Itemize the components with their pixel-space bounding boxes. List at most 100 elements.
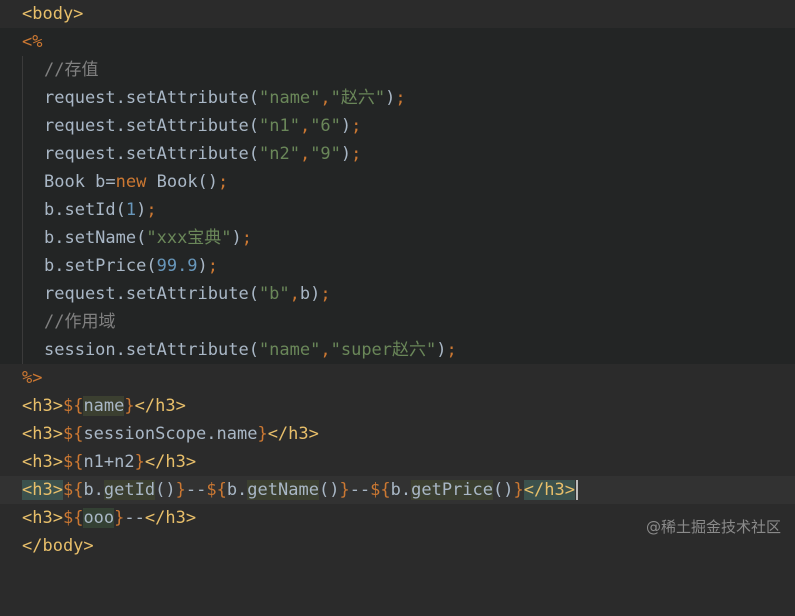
el-open: ${	[62, 508, 84, 528]
watermark: @稀土掘金技术社区	[645, 518, 781, 536]
h3-open-tag: <h3>	[22, 424, 63, 444]
code-token: )	[197, 256, 208, 276]
code-line-17[interactable]: <h3>${n1+n2}</h3>	[0, 448, 795, 476]
code-line-8[interactable]: b.setId(1);	[0, 196, 795, 224]
code-editor[interactable]: <body> <% //存值 request.setAttribute("nam…	[0, 0, 795, 559]
el-open: ${	[206, 480, 227, 500]
code-line-12[interactable]: //作用域	[0, 308, 795, 336]
code-token: request	[44, 144, 116, 164]
code-token: b.setId(	[44, 200, 126, 220]
el-open: ${	[62, 480, 84, 500]
code-token: )	[436, 340, 447, 360]
code-line-5[interactable]: request.setAttribute("n1","6");	[0, 112, 795, 140]
comma: ,	[299, 116, 311, 136]
scriptlet-open: <%	[22, 32, 43, 52]
code-line-7[interactable]: Book b=new Book();	[0, 168, 795, 196]
el-open: ${	[62, 452, 84, 472]
string-literal: "name"	[258, 88, 321, 108]
el-method: getId	[103, 480, 156, 500]
h3-close-tag: </h3>	[144, 452, 197, 472]
el-close: }	[134, 452, 145, 472]
code-token: )	[340, 144, 352, 164]
comma: ,	[289, 284, 300, 304]
code-line-4[interactable]: request.setAttribute("name","赵六");	[0, 84, 795, 112]
h3-close-tag: </h3>	[523, 480, 575, 500]
el-close: }	[124, 396, 135, 416]
el-close: }	[257, 424, 268, 444]
code-line-10[interactable]: b.setPrice(99.9);	[0, 252, 795, 280]
code-token: b.setName(	[44, 228, 147, 248]
code-line-3[interactable]: //存值	[0, 56, 795, 84]
separator-text: --	[124, 508, 145, 528]
el-close: }	[175, 480, 186, 500]
code-token: request.setAttribute(	[44, 284, 259, 304]
string-literal: "b"	[258, 284, 290, 304]
body-open-tag: <body>	[22, 4, 84, 24]
keyword: new	[115, 172, 147, 192]
semicolon: ;	[207, 256, 219, 276]
el-object: b.	[226, 480, 248, 500]
el-parens: ()	[155, 480, 176, 500]
comment: //作用域	[44, 312, 116, 332]
semicolon: ;	[446, 340, 457, 360]
code-token: (	[248, 144, 259, 164]
separator-text: --	[185, 480, 207, 500]
code-token: session.setAttribute(	[44, 340, 259, 360]
code-line-1[interactable]: <body>	[0, 0, 795, 28]
el-close: }	[114, 508, 125, 528]
code-token: setAttribute	[125, 116, 249, 136]
string-literal: "9"	[310, 144, 341, 164]
el-open: ${	[62, 424, 84, 444]
code-token: .	[115, 116, 126, 136]
code-token: .	[115, 144, 126, 164]
h3-open-tag: <h3>	[22, 480, 63, 500]
code-token: b)	[299, 284, 321, 304]
code-line-16[interactable]: <h3>${sessionScope.name}</h3>	[0, 420, 795, 448]
code-token: )	[231, 228, 242, 248]
h3-open-tag: <h3>	[22, 396, 63, 416]
el-expression: name	[83, 396, 125, 416]
separator-text: --	[349, 480, 371, 500]
el-method: getPrice	[411, 480, 494, 500]
el-close: }	[339, 480, 350, 500]
code-token: request	[44, 88, 116, 108]
el-method: getName	[247, 480, 319, 500]
code-line-2[interactable]: <%	[0, 28, 795, 56]
code-token: )	[136, 200, 147, 220]
string-literal: "6"	[310, 116, 341, 136]
code-token: )	[385, 88, 396, 108]
code-line-14[interactable]: %>	[0, 364, 795, 392]
code-line-18-current[interactable]: <h3>${b.getId()}--${b.getName()}--${b.ge…	[0, 476, 795, 504]
scriptlet-close: %>	[22, 368, 43, 388]
string-literal: "n2"	[258, 144, 300, 164]
code-line-11[interactable]: request.setAttribute("b",b);	[0, 280, 795, 308]
el-close: }	[513, 480, 524, 500]
body-close-tag: </body>	[22, 536, 94, 556]
code-line-15[interactable]: <h3>${name}</h3>	[0, 392, 795, 420]
string-literal: "赵六"	[330, 88, 386, 108]
semicolon: ;	[146, 200, 157, 220]
string-literal: "name"	[258, 340, 321, 360]
el-open: ${	[62, 396, 84, 416]
h3-close-tag: </h3>	[144, 508, 197, 528]
semicolon: ;	[351, 144, 362, 164]
semicolon: ;	[320, 284, 331, 304]
h3-open-tag: <h3>	[22, 452, 63, 472]
code-token: setAttribute	[125, 88, 249, 108]
string-literal: "xxx宝典"	[146, 228, 232, 248]
h3-open-tag: <h3>	[22, 508, 63, 528]
code-token: request	[44, 116, 116, 136]
code-token: Book b=	[44, 172, 116, 192]
string-literal: "n1"	[258, 116, 300, 136]
code-token: b.setPrice(	[44, 256, 157, 276]
code-line-9[interactable]: b.setName("xxx宝典");	[0, 224, 795, 252]
el-object: b.	[83, 480, 104, 500]
el-expression: n1+n2	[83, 452, 135, 472]
code-token: (	[248, 88, 259, 108]
number-literal: 99.9	[156, 256, 198, 276]
code-token: setAttribute	[125, 144, 249, 164]
code-line-6[interactable]: request.setAttribute("n2","9");	[0, 140, 795, 168]
semicolon: ;	[351, 116, 362, 136]
code-line-13[interactable]: session.setAttribute("name","super赵六");	[0, 336, 795, 364]
semicolon: ;	[241, 228, 253, 248]
